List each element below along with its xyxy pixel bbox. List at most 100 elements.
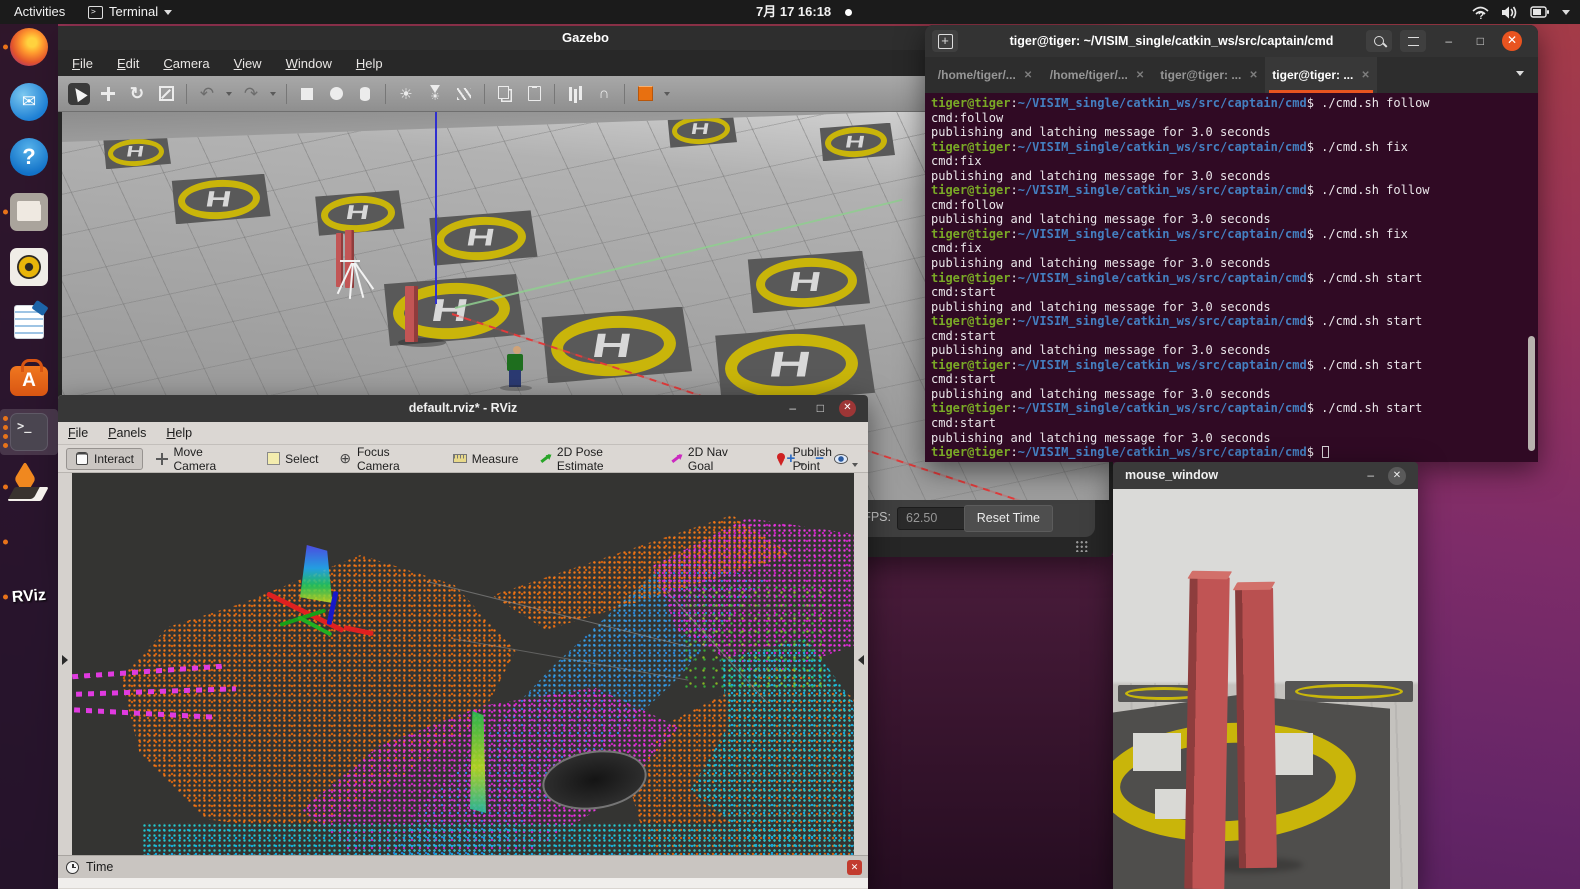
- rotate-icon[interactable]: [126, 83, 148, 105]
- close-button[interactable]: ✕: [839, 400, 856, 417]
- minimize-button[interactable]: –: [789, 400, 796, 416]
- dock-item-help[interactable]: [0, 134, 58, 180]
- copy-icon[interactable]: [494, 83, 516, 105]
- dock-item-thunderbird[interactable]: [0, 79, 58, 125]
- rviz-3d-canvas[interactable]: [72, 473, 854, 855]
- undo-icon[interactable]: [196, 83, 218, 105]
- terminal-title-bar[interactable]: tiger@tiger: ~/VISIM_single/catkin_ws/sr…: [925, 25, 1538, 57]
- activities-button[interactable]: Activities: [14, 0, 65, 24]
- dock-item-libreoffice-writer[interactable]: [0, 299, 58, 345]
- view-cube-icon[interactable]: [634, 83, 656, 105]
- rviz-menu-panels[interactable]: Panels: [108, 426, 146, 440]
- menu-button[interactable]: [1400, 30, 1426, 52]
- mouse-window-title-bar[interactable]: mouse_window – ✕: [1113, 462, 1418, 489]
- terminal-scrollbar[interactable]: [1528, 336, 1535, 451]
- dock-item-rhythmbox[interactable]: [0, 244, 58, 290]
- tab-list-chevron-icon[interactable]: [1516, 71, 1524, 76]
- move-icon[interactable]: [97, 83, 119, 105]
- gazebo-menu-file[interactable]: File: [72, 56, 93, 71]
- terminal-tab-3[interactable]: tiger@tiger: ...✕: [1153, 57, 1265, 93]
- minimize-button[interactable]: –: [1445, 33, 1452, 49]
- gazebo-menu-view[interactable]: View: [234, 56, 262, 71]
- rviz-menu-file[interactable]: File: [68, 426, 88, 440]
- cylinder-icon[interactable]: [354, 83, 376, 105]
- box-icon[interactable]: [296, 83, 318, 105]
- select-icon[interactable]: [68, 83, 90, 105]
- tool-2d-nav-goal[interactable]: 2D Nav Goal: [661, 442, 762, 476]
- terminal-tab-1[interactable]: /home/tiger/...✕: [929, 57, 1041, 93]
- caret-icon[interactable]: [269, 83, 277, 105]
- tool-interact[interactable]: Interact: [66, 448, 143, 470]
- rviz-menu-help[interactable]: Help: [166, 426, 192, 440]
- remove-tool-button[interactable]: −: [815, 450, 824, 467]
- tool-focus-camera[interactable]: Focus Camera: [330, 442, 440, 476]
- helipad: H: [663, 112, 737, 148]
- point-light-icon[interactable]: [395, 83, 417, 105]
- dock-item-unknown-app[interactable]: [0, 519, 58, 565]
- running-indicator: [3, 595, 8, 600]
- maximize-button[interactable]: □: [817, 400, 824, 416]
- spot-light-icon[interactable]: [424, 83, 446, 105]
- tab-close-icon[interactable]: ✕: [1249, 70, 1257, 81]
- gazebo-resize-grip[interactable]: [1075, 540, 1089, 552]
- rviz-title-bar[interactable]: default.rviz* - RViz – □ ✕: [58, 395, 868, 422]
- tool-move-camera[interactable]: Move Camera: [147, 442, 254, 476]
- dock-item-terminal[interactable]: [0, 409, 58, 455]
- tab-close-icon[interactable]: ✕: [1361, 70, 1369, 81]
- tool-measure[interactable]: Measure: [445, 449, 527, 469]
- terminal-tab-4[interactable]: tiger@tiger: ...✕: [1265, 57, 1377, 93]
- helipad: H: [532, 307, 692, 384]
- maximize-button[interactable]: □: [1477, 33, 1484, 49]
- dock-item-files[interactable]: [0, 189, 58, 235]
- close-button[interactable]: ✕: [1502, 31, 1522, 51]
- snap-icon[interactable]: [593, 83, 615, 105]
- terminal-tab-2[interactable]: /home/tiger/...✕: [1041, 57, 1153, 93]
- camera-eye-icon[interactable]: [834, 452, 848, 466]
- gazebo-icon: [10, 468, 48, 506]
- gazebo-menu-help[interactable]: Help: [356, 56, 383, 71]
- rviz-time-panel-header[interactable]: Time ✕: [58, 855, 868, 878]
- scale-icon[interactable]: [155, 83, 177, 105]
- tab-close-icon[interactable]: ✕: [1024, 70, 1032, 81]
- dock-item-ubuntu-software[interactable]: [0, 354, 58, 400]
- reset-time-button[interactable]: Reset Time: [964, 505, 1053, 532]
- dock-item-rviz[interactable]: RViz: [0, 574, 58, 620]
- gazebo-menu-window[interactable]: Window: [286, 56, 332, 71]
- gazebo-menu-edit[interactable]: Edit: [117, 56, 139, 71]
- paste-icon[interactable]: [523, 83, 545, 105]
- rviz-icon: RViz: [9, 577, 50, 618]
- views-panel-collapsed[interactable]: [854, 473, 868, 855]
- tool-select[interactable]: Select: [258, 449, 326, 469]
- minimize-button[interactable]: –: [1367, 467, 1374, 483]
- tool-2d-pose-estimate[interactable]: 2D Pose Estimate: [530, 442, 657, 476]
- time-panel-close-button[interactable]: ✕: [847, 860, 862, 875]
- expand-right-icon[interactable]: [62, 655, 68, 665]
- sphere-icon[interactable]: [325, 83, 347, 105]
- align-icon[interactable]: [564, 83, 586, 105]
- redo-icon[interactable]: [240, 83, 262, 105]
- caret-icon[interactable]: [663, 83, 671, 105]
- terminal-output[interactable]: tiger@tiger:~/VISIM_single/catkin_ws/src…: [925, 93, 1538, 462]
- new-tab-button[interactable]: [932, 30, 958, 52]
- add-tool-button[interactable]: +: [786, 450, 795, 467]
- app-menu[interactable]: > Terminal: [88, 0, 172, 24]
- gazebo-menu-camera[interactable]: Camera: [163, 56, 209, 71]
- directional-light-icon[interactable]: [453, 83, 475, 105]
- add-tool-chevron-icon[interactable]: [799, 463, 805, 467]
- close-button[interactable]: ✕: [1388, 467, 1406, 485]
- clock[interactable]: 7月 17 16:18: [756, 0, 852, 24]
- mouse-window-3d-view[interactable]: [1113, 489, 1418, 889]
- tab-close-icon[interactable]: ✕: [1136, 70, 1144, 81]
- system-status-area[interactable]: ?: [1472, 0, 1570, 24]
- dock-item-firefox[interactable]: [0, 24, 58, 70]
- gazebo-pillar-center: [405, 286, 418, 342]
- search-button[interactable]: [1366, 30, 1392, 52]
- dock-item-gazebo[interactable]: [0, 464, 58, 510]
- caret-icon[interactable]: [225, 83, 233, 105]
- terminal-app-icon: >: [88, 6, 103, 19]
- displays-panel-collapsed[interactable]: [58, 473, 72, 855]
- camera-chevron-icon[interactable]: [852, 463, 858, 467]
- expand-left-icon[interactable]: [858, 655, 864, 665]
- rviz-toolbar-right: + −: [786, 450, 858, 467]
- files-icon: [10, 193, 48, 231]
